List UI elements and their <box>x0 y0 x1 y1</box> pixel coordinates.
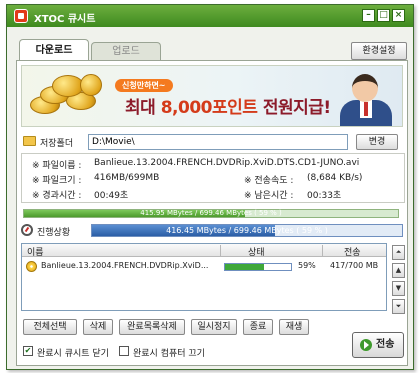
elapsed-value: 00:49초 <box>94 191 129 201</box>
save-folder-row: 저장폴더 변경 <box>21 134 405 150</box>
close-on-complete-label[interactable]: 완료시 큐시트 닫기 <box>37 346 109 359</box>
maximize-button[interactable]: □ <box>377 9 390 22</box>
filename-label: ※ 파일이름 : <box>32 161 82 171</box>
window-title: XTOC 큐시트 <box>34 14 96 25</box>
close-button[interactable]: × <box>392 9 405 22</box>
speed-value: (8,684 KB/s) <box>307 173 363 183</box>
list-item-name: Banlieue.13.2004.FRENCH.DVDRip.XviD... <box>41 261 209 270</box>
filesize-label: ※ 파일크기 : <box>32 176 82 186</box>
send-label: 전송 <box>376 339 395 350</box>
list-item-progress-fill <box>225 264 264 270</box>
move-down-button[interactable]: ▼ <box>392 281 405 296</box>
banner-person-head <box>352 74 378 102</box>
app-logo-icon <box>14 9 28 23</box>
transfer-list[interactable]: 이름 상태 전송 Banlieue.13.2004.FRENCH.DVDRip.… <box>21 243 387 311</box>
remaining-label: ※ 남은시간 : <box>244 191 294 201</box>
close-on-complete-checkbox[interactable]: ✔ <box>23 346 33 356</box>
gauge-icon <box>21 224 33 236</box>
delete-button[interactable]: 삭제 <box>83 319 113 335</box>
minimize-button[interactable]: – <box>362 9 375 22</box>
resume-button[interactable]: 재생 <box>279 319 309 335</box>
coin-icon <box>80 74 102 96</box>
shutdown-on-complete-label[interactable]: 완료시 컴퓨터 끄기 <box>133 346 205 359</box>
column-header-name[interactable]: 이름 <box>27 245 44 258</box>
banner-subtitle: 신청만하면~ <box>115 79 173 92</box>
overall-progress-bar: 415.95 MBytes / 699.46 MBytes ( 59 % ) <box>23 209 399 218</box>
list-header: 이름 상태 전송 <box>22 244 386 258</box>
tab-upload[interactable]: 업로드 <box>91 42 161 61</box>
folder-icon <box>23 136 36 146</box>
column-header-status[interactable]: 상태 <box>248 245 265 258</box>
elapsed-label: ※ 경과시간 : <box>32 191 82 201</box>
filesize-value: 416MB/699MB <box>94 173 160 183</box>
ad-banner[interactable]: 신청만하면~ 최대 8,000포인트 전원지급! <box>21 65 403 127</box>
banner-person-tie <box>364 102 368 116</box>
speed-label: ※ 전송속도 : <box>244 176 294 186</box>
send-button[interactable]: 전송 <box>352 332 404 358</box>
tab-download[interactable]: 다운로드 <box>19 39 89 61</box>
remaining-value: 00:33초 <box>307 191 342 201</box>
list-item[interactable]: Banlieue.13.2004.FRENCH.DVDRip.XviD... 5… <box>22 260 386 273</box>
settings-button[interactable]: 환경설정 <box>351 42 407 60</box>
list-item-size: 417/700 MB <box>330 261 379 270</box>
save-folder-input[interactable] <box>88 134 348 150</box>
delete-completed-button[interactable]: 완료목록삭제 <box>119 319 185 335</box>
change-folder-button[interactable]: 변경 <box>356 134 398 150</box>
banner-headline-highlight: 8,000포인트 <box>160 98 258 118</box>
move-top-button[interactable]: ⏶ <box>392 245 405 260</box>
pause-button[interactable]: 일시정지 <box>191 319 237 335</box>
download-panel: 신청만하면~ 최대 8,000포인트 전원지급! 저장폴더 변경 ※ 파일이름 … <box>16 60 408 366</box>
banner-headline: 최대 8,000포인트 전원지급! <box>125 93 331 118</box>
list-item-progress <box>224 263 292 271</box>
move-bottom-button[interactable]: ⏷ <box>392 299 405 314</box>
exit-button[interactable]: 종료 <box>243 319 273 335</box>
current-progress-bar: 416.45 MBytes / 699.46 MBytes ( 59 % ) <box>91 224 403 237</box>
filename-value: Banlieue.13.2004.FRENCH.DVDRip.XviD.DTS.… <box>94 158 360 168</box>
save-folder-label: 저장폴더 <box>40 139 74 149</box>
list-item-percent: 59% <box>298 261 316 270</box>
current-progress-text: 416.45 MBytes / 699.46 MBytes ( 59 % ) <box>166 226 328 235</box>
title-bar[interactable]: XTOC 큐시트 – □ × <box>7 5 413 27</box>
current-progress-row: 진행상황 416.45 MBytes / 699.46 MBytes ( 59 … <box>21 224 405 238</box>
column-header-transfer[interactable]: 전송 <box>344 245 361 258</box>
column-divider[interactable] <box>322 245 323 256</box>
file-info-box: ※ 파일이름 : Banlieue.13.2004.FRENCH.DVDRip.… <box>21 153 405 203</box>
progress-label: 진행상황 <box>37 228 71 238</box>
shutdown-on-complete-checkbox[interactable] <box>119 346 129 356</box>
send-icon <box>360 339 372 351</box>
banner-headline-a: 최대 <box>125 98 161 118</box>
select-all-button[interactable]: 전체선택 <box>23 319 77 335</box>
app-window: XTOC 큐시트 – □ × 다운로드 업로드 환경설정 신청만하면~ 최대 8… <box>6 4 414 370</box>
column-divider[interactable] <box>220 245 221 256</box>
move-up-button[interactable]: ▲ <box>392 263 405 278</box>
disc-icon <box>26 261 37 272</box>
overall-progress-text: 415.95 MBytes / 699.46 MBytes ( 59 % ) <box>140 209 282 217</box>
banner-headline-b: 전원지급! <box>257 98 331 118</box>
